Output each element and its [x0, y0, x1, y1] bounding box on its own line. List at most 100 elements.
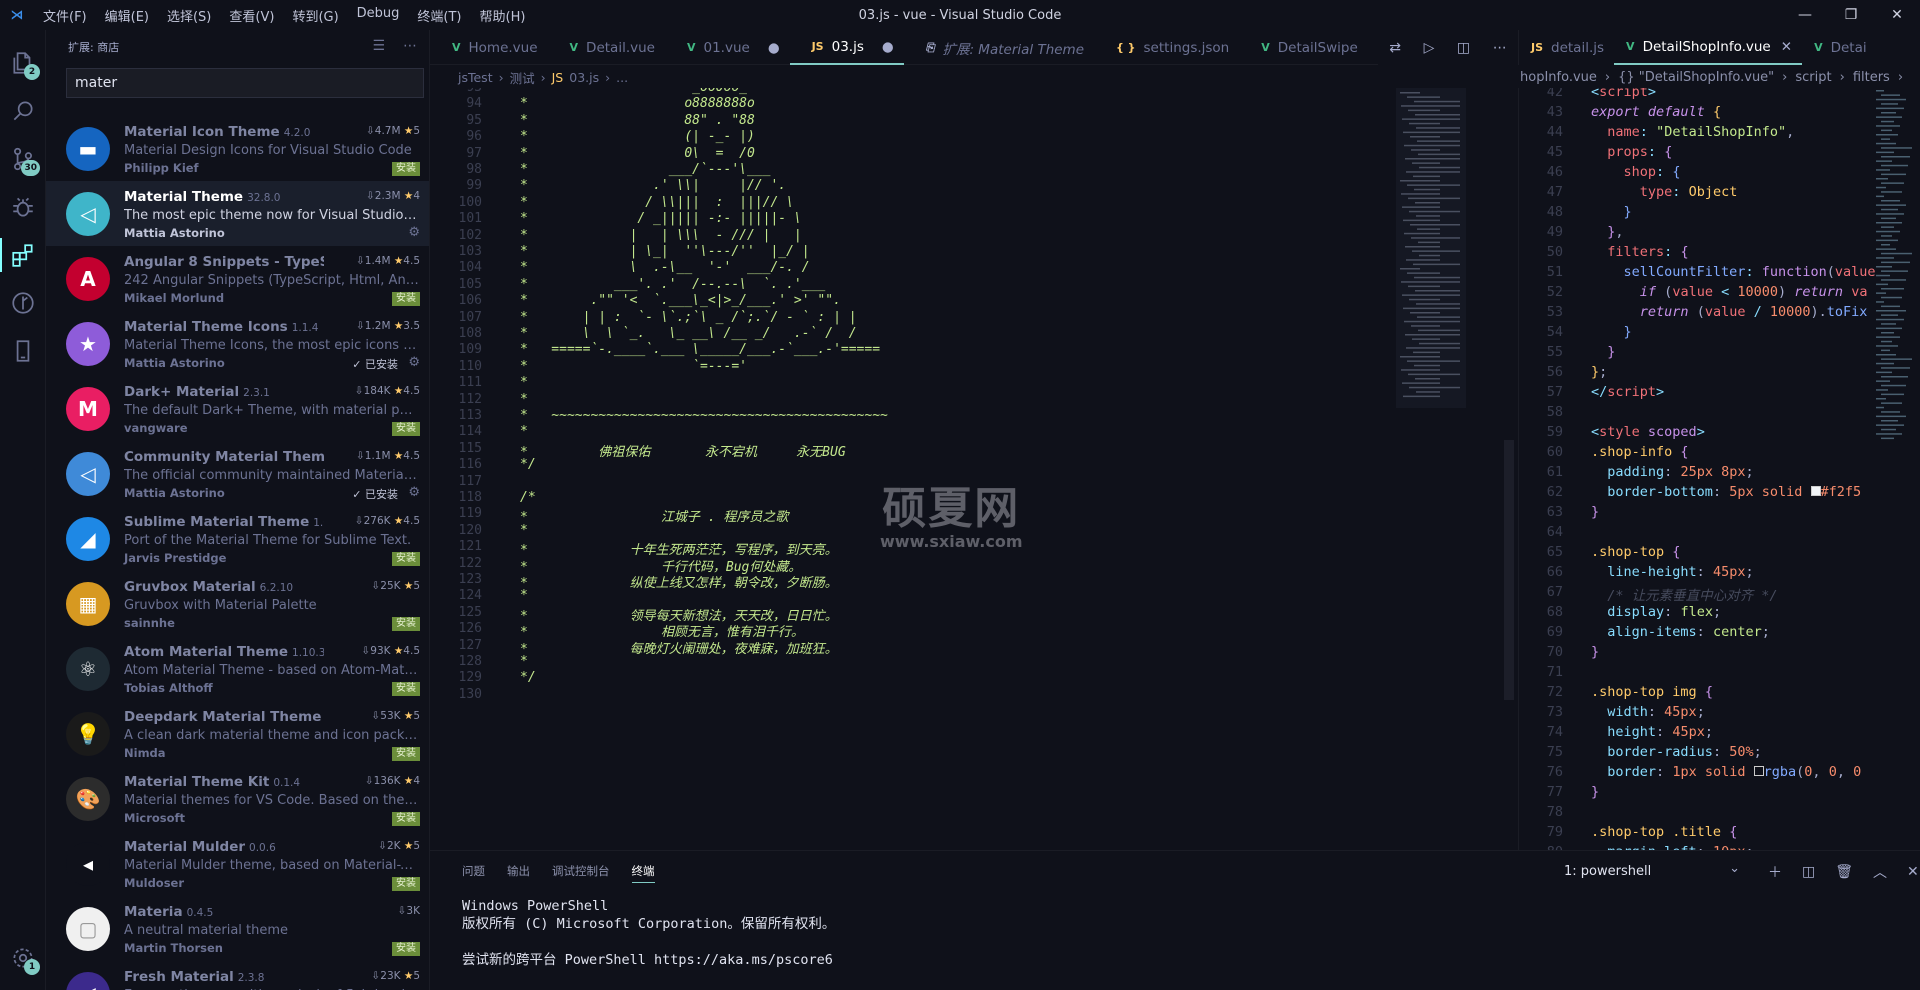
install-button[interactable]: 安装 — [392, 422, 420, 436]
breadcrumb-item[interactable]: 测试 — [510, 68, 535, 87]
install-button[interactable]: 安装 — [392, 552, 420, 566]
extension-item[interactable]: ◢ Sublime Material Theme1.0.1 ⇩276K ★4.5 Po… — [46, 506, 429, 571]
menu-view[interactable]: 查看(V) — [220, 6, 283, 25]
remote-activity[interactable] — [0, 328, 46, 374]
menu-selection[interactable]: 选择(S) — [158, 6, 220, 25]
editor-tab[interactable]: { } settings.json — [1094, 30, 1239, 65]
extension-item[interactable]: ▢ Materia 0.4.5 ⇩3K A neutral material them… — [46, 896, 429, 961]
minimap-right[interactable] — [1874, 88, 1914, 448]
extensions-sidebar: 扩展: 商店 ☰ ⋯ mater ▬ Material Icon Theme 4.2… — [46, 30, 430, 990]
line-number: 96 — [466, 129, 482, 145]
extension-item[interactable]: ◁Fresh Material2.3.8⇩23K ★5Easy on the e… — [46, 961, 429, 990]
breadcrumb-item[interactable]: › — [1605, 70, 1610, 85]
close-tab-icon[interactable]: ✕ — [1781, 39, 1792, 55]
run-icon[interactable]: ▷ — [1424, 40, 1435, 56]
close-panel-icon[interactable]: ✕ — [1907, 864, 1919, 880]
breadcrumb-item[interactable]: ... — [616, 70, 628, 85]
terminal-select[interactable]: 1: powershell — [1552, 858, 1748, 883]
extension-item[interactable]: ◁ Community Material Theme1.4.1 ⇩1.1M ★4.5… — [46, 441, 429, 506]
trash-icon[interactable]: 🗑 — [1835, 864, 1853, 880]
install-button[interactable]: 安装 — [392, 682, 420, 696]
manage-gear-icon[interactable]: ⚙ — [408, 355, 420, 370]
breadcrumb-item[interactable]: › — [1840, 70, 1845, 85]
editor-tab[interactable]: V DetailShopInfo.vue ✕ — [1614, 30, 1803, 65]
code-editor-left[interactable]: 93 * _oo0oo_ 94 * o8888888o 95 * 88" . "88 96 *… — [430, 88, 1512, 850]
menu-help[interactable]: 帮助(H) — [471, 6, 535, 25]
editor-tab[interactable]: JS detail.js — [1519, 30, 1614, 65]
breadcrumb-item[interactable]: › — [1898, 70, 1903, 85]
split-editor-icon[interactable]: ◫ — [1457, 40, 1470, 56]
extension-item[interactable]: A Angular 8 Snippets - TypeScr...8.1.2 ⇩1.… — [46, 246, 429, 311]
menu-debug[interactable]: Debug — [348, 6, 409, 25]
chevron-up-icon[interactable]: ︿ — [1873, 862, 1887, 882]
menu-terminal[interactable]: 终端(T) — [408, 6, 470, 25]
editor-tab[interactable]: JS 03.js ● — [789, 30, 904, 65]
menu-go[interactable]: 转到(G) — [283, 6, 347, 25]
manage-activity[interactable]: 1 — [0, 935, 46, 981]
extension-item[interactable]: M Dark+ Material 2.3.1 ⇩184K ★4.5 The defaul… — [46, 376, 429, 441]
extension-item[interactable]: ⚛ Atom Material Theme 1.10.3 ⇩93K ★4.5 Atom … — [46, 636, 429, 701]
close-window-button[interactable]: ✕ — [1874, 0, 1920, 30]
git-graph-activity[interactable] — [0, 280, 46, 326]
tab-problems[interactable]: 问题 — [462, 863, 485, 883]
editor-tab[interactable]: V DetailSwipe — [1239, 30, 1368, 65]
code-editor-right[interactable]: <script> export default { name: "DetailS… — [1518, 88, 1920, 850]
menu-file[interactable]: 文件(F) — [34, 6, 96, 25]
tab-debug-console[interactable]: 调试控制台 — [552, 863, 610, 883]
editor-scrollbar-left[interactable] — [1504, 440, 1514, 700]
add-terminal-icon[interactable]: ＋ — [1768, 862, 1782, 882]
more-icon[interactable]: ⋯ — [1493, 40, 1507, 56]
editor-tab[interactable]: ⎘ 扩展: Material Theme — [904, 30, 1094, 65]
extension-item[interactable]: ★ Material Theme Icons 1.1.4 ⇩1.2M ★3.5 Mate… — [46, 311, 429, 376]
maximize-button[interactable]: ❐ — [1828, 0, 1874, 30]
extension-item[interactable]: ◁ Material Theme 32.8.0 ⇩2.3M ★4 The most ep… — [46, 181, 429, 246]
breadcrumb-item[interactable]: script — [1795, 70, 1831, 85]
debug-activity[interactable] — [0, 184, 46, 230]
extension-item[interactable]: 💡 Deepdark Material Theme3.2.1 ⇩53K ★5 A cl… — [46, 701, 429, 766]
editor-tab[interactable]: V Detai — [1802, 30, 1877, 65]
editor-tab[interactable]: V Home.vue — [430, 30, 548, 65]
install-button[interactable]: 安装 — [392, 617, 420, 631]
install-button[interactable]: 安装 — [392, 877, 420, 891]
extension-item[interactable]: ▬ Material Icon Theme 4.2.0 ⇩4.7M ★5 Materia… — [46, 116, 429, 181]
split-terminal-icon[interactable]: ◫ — [1802, 864, 1815, 880]
source-control-activity[interactable]: 30 — [0, 136, 46, 182]
extension-name-text: Sublime Material Theme — [124, 514, 310, 530]
explorer-activity[interactable]: 2 — [0, 40, 46, 86]
star-icon: ★ — [403, 580, 414, 592]
manage-gear-icon[interactable]: ⚙ — [408, 225, 420, 240]
terminal-output[interactable]: Windows PowerShell 版权所有 (C) Microsoft Co… — [462, 897, 835, 969]
install-button[interactable]: 安装 — [392, 162, 420, 176]
install-button[interactable]: 安装 — [392, 292, 420, 306]
breadcrumb-item[interactable]: › — [541, 70, 546, 85]
install-button[interactable]: 安装 — [392, 942, 420, 956]
clear-list-icon[interactable]: ☰ — [372, 38, 385, 54]
breadcrumb-item[interactable]: › — [605, 70, 610, 85]
breadcrumb-item[interactable]: › — [499, 70, 504, 85]
extensions-activity[interactable] — [0, 232, 46, 278]
extension-item[interactable]: ▦ Gruvbox Material 6.2.10 ⇩25K ★5 Gruvbox wi… — [46, 571, 429, 636]
more-actions-icon[interactable]: ⋯ — [403, 38, 417, 54]
extension-item[interactable]: ◂ Material Mulder 0.0.6 ⇩2K ★5 Material Muld… — [46, 831, 429, 896]
breadcrumb-item[interactable]: 03.js — [569, 70, 599, 85]
tab-terminal[interactable]: 终端 — [631, 863, 655, 883]
editor-tab[interactable]: V 01.vue ● — [665, 30, 790, 65]
minimize-button[interactable]: — — [1782, 0, 1828, 30]
minimap-left[interactable] — [1392, 88, 1474, 408]
search-activity[interactable] — [0, 88, 46, 134]
breadcrumb-item[interactable]: › — [1782, 70, 1787, 85]
breadcrumb-item[interactable]: filters — [1853, 70, 1890, 85]
editor-tab[interactable]: V Detail.vue — [548, 30, 665, 65]
menu-edit[interactable]: 编辑(E) — [96, 6, 158, 25]
manage-gear-icon[interactable]: ⚙ — [408, 485, 420, 500]
breadcrumb-item[interactable]: hopInfo.vue — [1520, 70, 1597, 85]
breadcrumb-item[interactable]: JS — [552, 70, 564, 85]
breadcrumb-item[interactable]: jsTest — [458, 70, 493, 85]
install-button[interactable]: 安装 — [392, 812, 420, 826]
extension-search-input[interactable]: mater — [66, 68, 424, 98]
install-button[interactable]: 安装 — [392, 747, 420, 761]
breadcrumb-item[interactable]: {} "DetailShopInfo.vue" — [1618, 70, 1774, 85]
tab-output[interactable]: 输出 — [507, 863, 530, 883]
compare-icon[interactable]: ⇄ — [1389, 40, 1401, 56]
extension-item[interactable]: 🎨 Material Theme Kit 0.1.4 ⇩136K ★4 Material… — [46, 766, 429, 831]
